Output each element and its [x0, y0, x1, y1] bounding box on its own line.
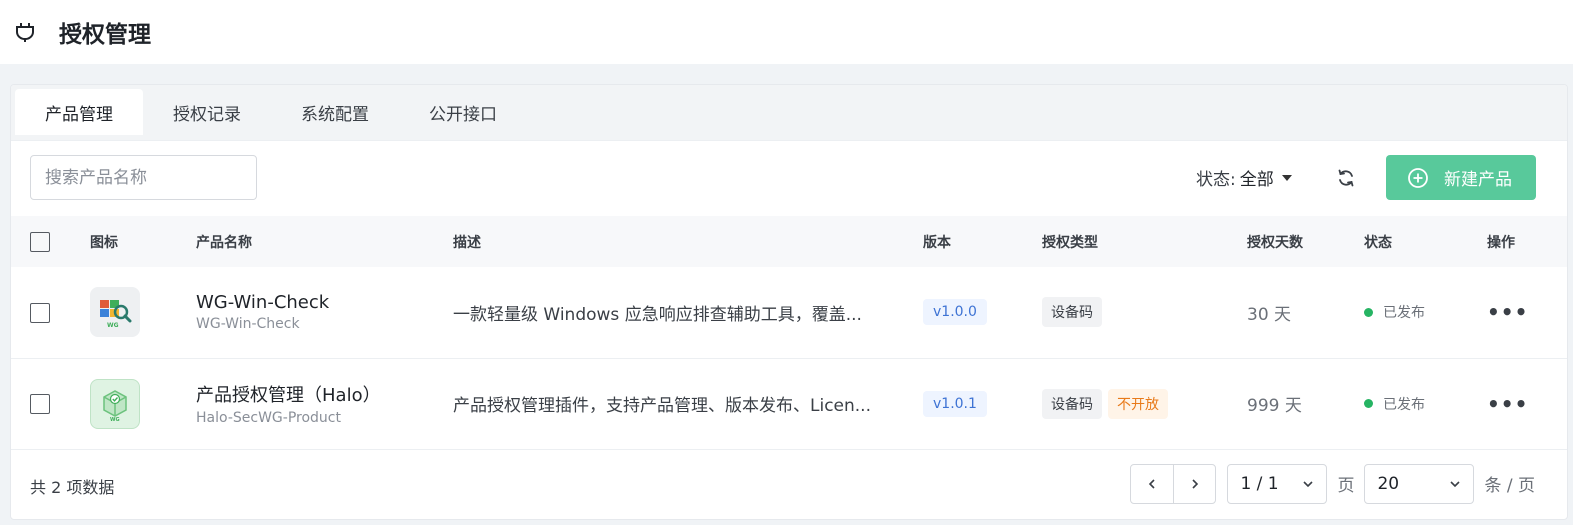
- status-filter[interactable]: 状态: 全部: [1196, 155, 1292, 200]
- product-slug: Halo-SecWG-Product: [196, 410, 341, 426]
- page-size-select[interactable]: 20: [1364, 463, 1475, 504]
- product-name: WG-Win-Check: [196, 292, 330, 314]
- version-badge: v1.0.0: [923, 299, 987, 326]
- product-description: 一款轻量级 Windows 应急响应排查辅助工具，覆盖...: [453, 304, 862, 325]
- pagination-footer: 共 2 项数据 1 / 1 页 20 条 / 页: [11, 450, 1567, 520]
- chevron-left-icon: [1149, 478, 1156, 489]
- product-slug: WG-Win-Check: [196, 316, 300, 333]
- not-open-tag: 不开放: [1108, 388, 1168, 419]
- more-actions-icon[interactable]: •••: [1487, 392, 1528, 416]
- version-badge: v1.0.1: [923, 390, 987, 417]
- total-count: 共 2 项数据: [30, 477, 115, 497]
- caret-down-icon: [1281, 174, 1292, 181]
- more-actions-icon[interactable]: •••: [1487, 300, 1528, 324]
- col-name: 产品名称: [196, 234, 252, 251]
- table-row: WG 产品授权管理（Halo） Halo-SecWG-Product 产品授权管…: [11, 358, 1567, 449]
- col-actions: 操作: [1487, 234, 1515, 251]
- status-filter-value: 全部: [1239, 170, 1274, 190]
- status-filter-label: 状态:: [1196, 170, 1236, 190]
- status-text: 已发布: [1383, 396, 1425, 413]
- row-checkbox[interactable]: [30, 393, 50, 414]
- shield-box-icon: WG: [90, 378, 140, 429]
- tab-product-management[interactable]: 产品管理: [15, 89, 143, 135]
- chevron-down-icon: [1450, 480, 1461, 487]
- auth-type-tag: 设备码: [1042, 297, 1102, 328]
- prev-page-button[interactable]: [1131, 465, 1173, 503]
- plus-circle-icon: [1406, 166, 1430, 190]
- new-product-label: 新建产品: [1444, 170, 1512, 189]
- status-badge: 已发布: [1364, 394, 1487, 414]
- refresh-icon[interactable]: [1334, 166, 1358, 190]
- page-unit: 页: [1337, 476, 1355, 496]
- status-text: 已发布: [1383, 305, 1425, 322]
- table-header-row: 图标 产品名称 描述 版本 授权类型 授权天数 状态 操作: [11, 216, 1567, 267]
- col-description: 描述: [453, 234, 481, 251]
- auth-days: 999 天: [1247, 396, 1302, 416]
- chevron-right-icon: [1192, 478, 1199, 489]
- status-dot-icon: [1364, 399, 1373, 408]
- page-size-value: 20: [1377, 473, 1400, 494]
- status-badge: 已发布: [1364, 302, 1487, 322]
- tab-bar: 产品管理 授权记录 系统配置 公开接口: [11, 85, 1567, 141]
- new-product-button[interactable]: 新建产品: [1386, 155, 1536, 200]
- search-input[interactable]: [30, 155, 257, 200]
- product-name: 产品授权管理（Halo）: [196, 385, 381, 406]
- select-all-checkbox[interactable]: [30, 231, 50, 252]
- tab-public-api[interactable]: 公开接口: [399, 89, 527, 135]
- status-dot-icon: [1364, 307, 1373, 317]
- page-select[interactable]: 1 / 1: [1227, 463, 1328, 504]
- product-description: 产品授权管理插件，支持产品管理、版本发布、Licen...: [453, 396, 871, 416]
- page-nav: [1130, 463, 1217, 504]
- col-icon: 图标: [90, 234, 118, 251]
- col-status: 状态: [1364, 234, 1392, 251]
- col-version: 版本: [923, 234, 951, 251]
- product-card: 产品管理 授权记录 系统配置 公开接口 状态: 全部 新建产品: [10, 84, 1568, 520]
- windows-magnifier-icon: WG: [90, 287, 140, 338]
- page-header: 授权管理: [0, 0, 1573, 64]
- pager: 1 / 1 页 20 条 / 页: [1130, 463, 1567, 504]
- next-page-button[interactable]: [1173, 464, 1215, 503]
- chevron-down-icon: [1303, 480, 1314, 487]
- svg-text:WG: WG: [110, 417, 120, 423]
- auth-days: 30 天: [1247, 304, 1292, 325]
- toolbar: 状态: 全部 新建产品: [11, 141, 1567, 216]
- page-select-value: 1 / 1: [1240, 473, 1279, 494]
- col-auth-days: 授权天数: [1247, 234, 1303, 251]
- tab-system-config[interactable]: 系统配置: [271, 89, 399, 135]
- tab-auth-records[interactable]: 授权记录: [143, 89, 271, 135]
- page-title: 授权管理: [59, 22, 151, 48]
- page-size-unit: 条 / 页: [1484, 476, 1535, 496]
- plug-icon: [13, 20, 37, 44]
- col-auth-type: 授权类型: [1042, 234, 1098, 251]
- row-checkbox[interactable]: [30, 302, 50, 323]
- product-table: 图标 产品名称 描述 版本 授权类型 授权天数 状态 操作 WG WG-Win-…: [11, 216, 1567, 450]
- table-row: WG WG-Win-Check WG-Win-Check 一款轻量级 Windo…: [11, 267, 1567, 358]
- svg-text:WG: WG: [107, 322, 119, 329]
- auth-type-tag: 设备码: [1042, 388, 1102, 419]
